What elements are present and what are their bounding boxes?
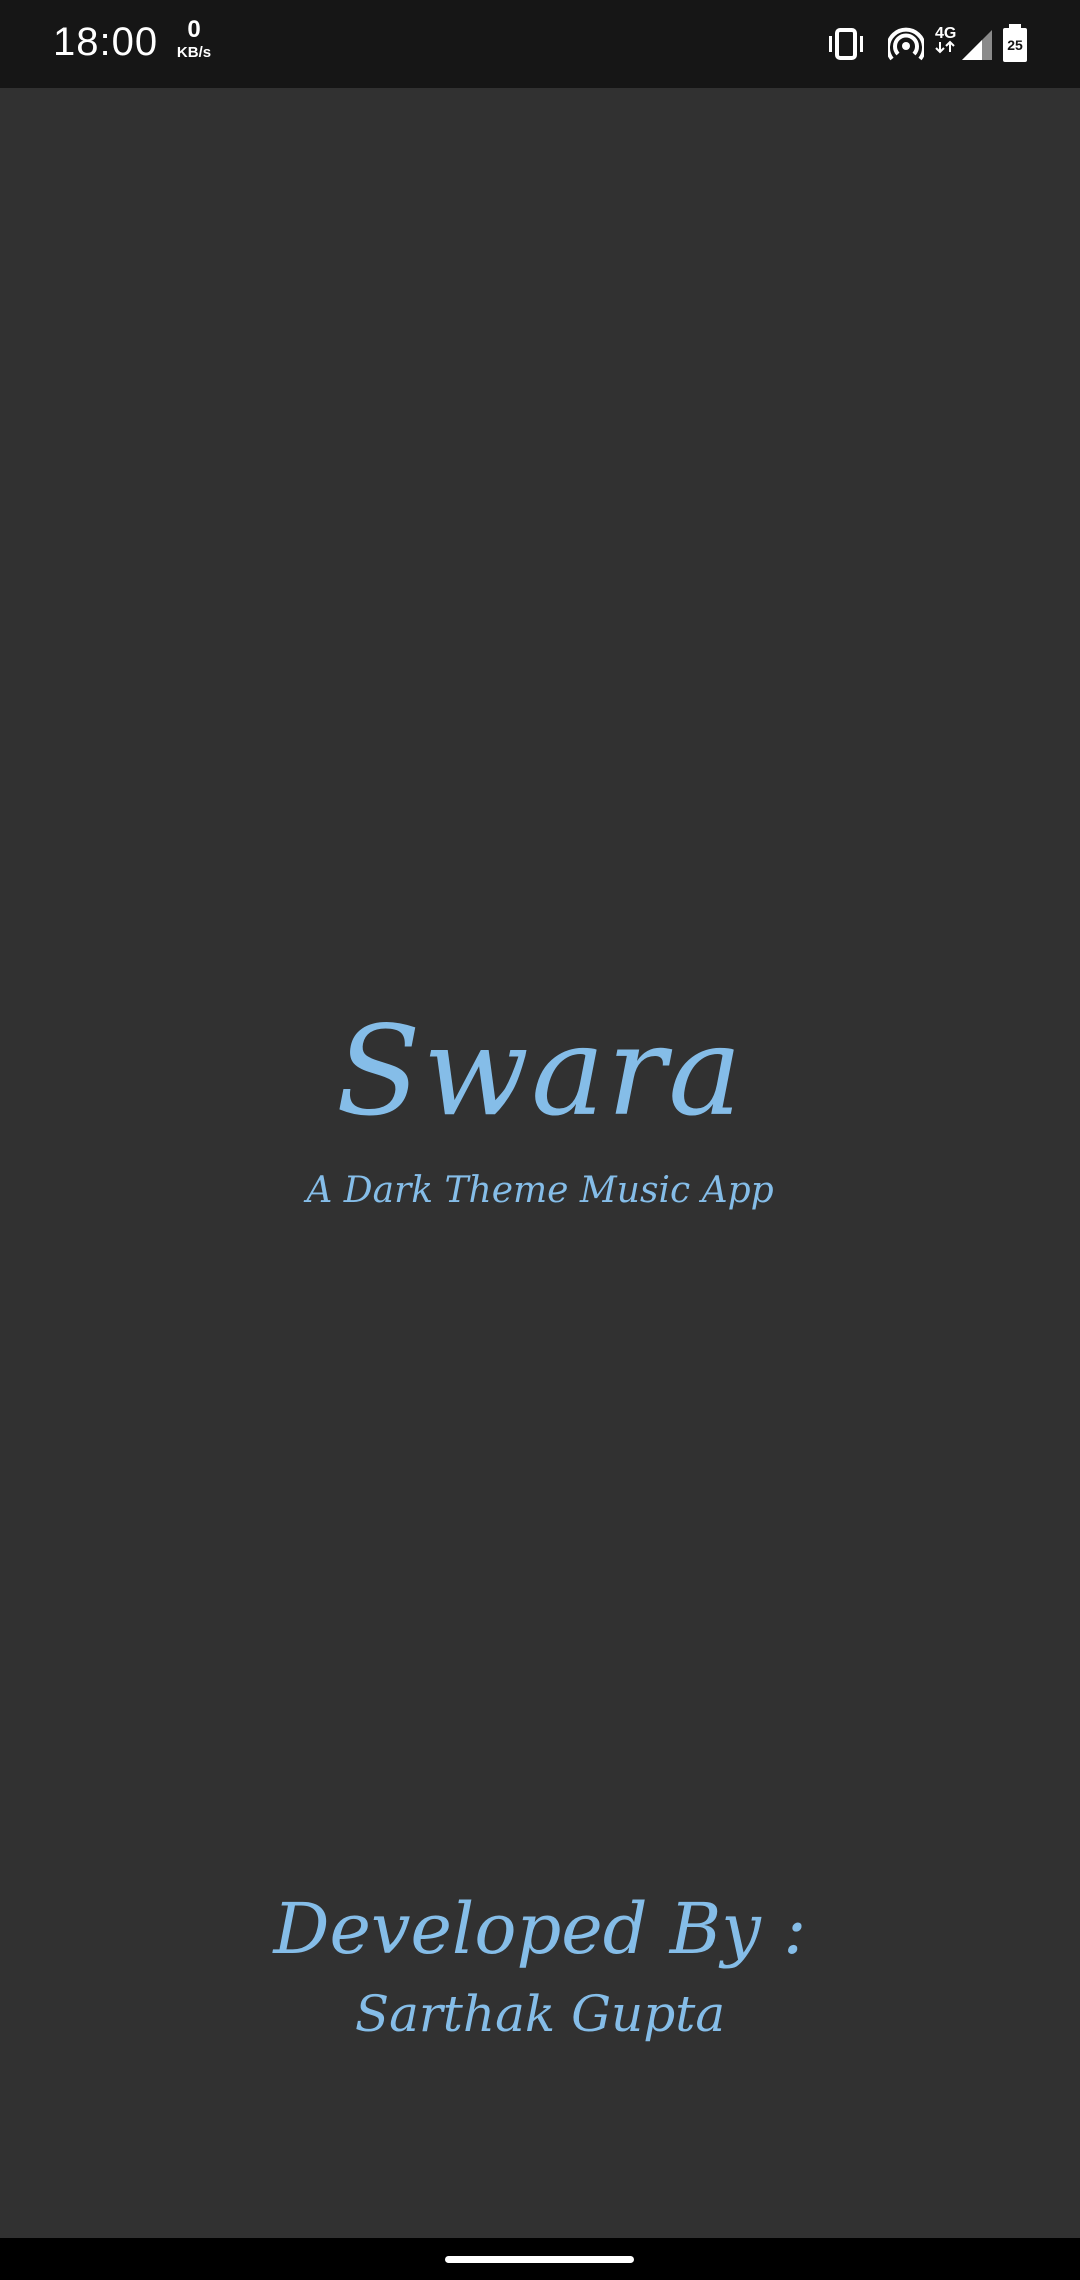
network-speed-value: 0 <box>187 16 201 43</box>
app-tagline: A Dark Theme Music App <box>306 1170 774 1211</box>
app-title: Swara <box>335 1000 745 1144</box>
signal-icon <box>960 22 994 66</box>
network-speed: 0 KB/s <box>172 16 216 61</box>
developer-name: Sarthak Gupta <box>354 1985 726 2043</box>
battery-level: 25 <box>1007 37 1023 53</box>
hotspot-icon <box>888 22 924 66</box>
navigation-bar <box>0 2238 1080 2280</box>
vibrate-icon <box>826 22 866 66</box>
network-4g-icon: 4G <box>934 20 960 64</box>
status-time: 18:00 <box>53 20 159 64</box>
network-speed-unit: KB/s <box>176 44 212 61</box>
developer-label: Developed By : <box>273 1888 807 1970</box>
status-bar: 18:00 0 KB/s 4G 25 <box>0 0 1080 88</box>
network-type-label: 4G <box>935 25 956 42</box>
home-gesture-handle[interactable] <box>445 2256 634 2263</box>
